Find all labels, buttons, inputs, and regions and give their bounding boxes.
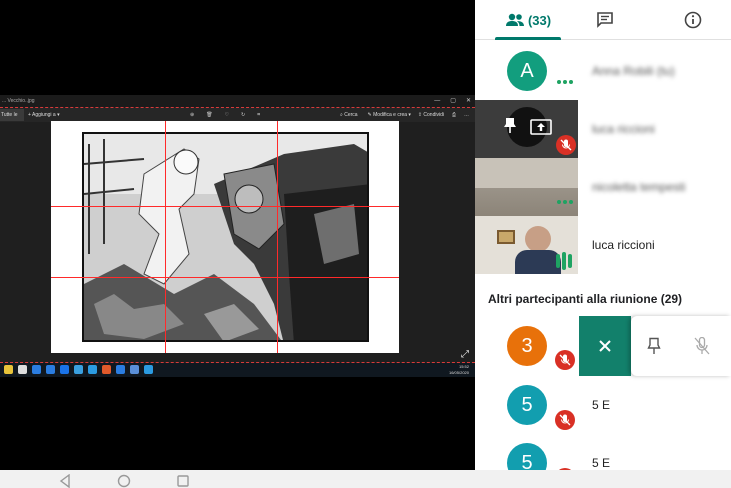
participant-name: nicoletta tempesti	[592, 180, 686, 194]
participant-row-other[interactable]: 5 5 E	[475, 434, 731, 470]
participant-actions	[579, 316, 731, 376]
heart-icon[interactable]: ♡	[225, 108, 229, 122]
presentation-stage: ... Vecchio..jpg — ▢ ✕ Tutte le foto + A…	[0, 0, 475, 470]
panel-tabs: (33)	[475, 0, 731, 40]
app-icon[interactable]	[116, 365, 125, 374]
maximize-icon[interactable]: ▢	[450, 95, 456, 107]
people-icon	[505, 13, 524, 26]
app-root: ... Vecchio..jpg — ▢ ✕ Tutte le foto + A…	[0, 0, 731, 488]
toolbar-icons: ⊕ 🗑 ♡ ↻ ⌗	[190, 108, 260, 122]
tab-info[interactable]	[678, 0, 708, 40]
participant-name: 5 E	[592, 398, 611, 412]
edge-icon[interactable]	[74, 365, 83, 374]
chrome-icon[interactable]	[102, 365, 111, 374]
grid-line-h1	[51, 206, 399, 207]
participant-name: luca riccioni	[592, 122, 655, 136]
participant-row-self[interactable]: A Anna Robili (tu)	[475, 42, 731, 100]
mic-off-icon	[556, 135, 576, 155]
back-icon[interactable]	[58, 474, 72, 488]
avatar: 3	[507, 326, 547, 366]
speaking-indicator-icon	[557, 200, 573, 204]
participants-panel: (33) A Anna Robili (tu) luca riccioni ni…	[475, 0, 731, 470]
photos-toolbar: Tutte le foto + Aggiungi a ▾ ⊕ 🗑 ♡ ↻ ⌗ ⌕…	[0, 108, 475, 130]
zoom-icon[interactable]: ⊕	[190, 108, 194, 122]
participant-video	[475, 158, 578, 216]
window-controls: — ▢ ✕	[434, 95, 471, 107]
meet-icon[interactable]	[144, 365, 153, 374]
print-icon[interactable]: ⎙	[452, 108, 456, 122]
people-count: (33)	[527, 12, 552, 28]
share-button[interactable]: ⇪ Condividi	[418, 108, 444, 122]
store-icon[interactable]	[18, 365, 27, 374]
info-icon	[684, 11, 702, 29]
pin-button[interactable]	[647, 337, 661, 355]
rotate-icon[interactable]: ↻	[241, 108, 245, 122]
minimize-icon[interactable]: —	[434, 95, 440, 107]
avatar: 5	[507, 385, 547, 425]
more-icon[interactable]: …	[464, 108, 469, 122]
search-button[interactable]: ⌕ Cerca	[340, 108, 358, 122]
toolbar-far: ⇪ Condividi ⎙ …	[418, 108, 469, 122]
taskbar-clock: 15:52 16/05/2020	[448, 364, 469, 375]
windows-taskbar: 15:52 16/05/2020	[0, 363, 475, 377]
close-actions-button[interactable]	[579, 316, 631, 376]
audio-level-icon	[556, 252, 572, 270]
mic-off-icon	[555, 410, 575, 430]
grid-line-v2	[277, 121, 278, 353]
close-icon	[599, 340, 611, 352]
tab-active-indicator	[495, 37, 561, 40]
speaking-indicator-icon	[557, 80, 573, 84]
photo-illustration	[84, 134, 367, 340]
tab-people[interactable]: (33)	[495, 0, 561, 40]
mic-off-icon	[555, 350, 575, 370]
participant-row-other[interactable]: 5 5 E	[475, 376, 731, 434]
chat-icon	[597, 12, 613, 28]
tab-chat[interactable]	[590, 0, 620, 40]
presenting-screen-icon	[530, 119, 552, 135]
participant-row[interactable]: luca riccioni	[475, 216, 731, 274]
participant-tile	[475, 100, 578, 158]
taskbar-icons	[4, 365, 153, 374]
grid-line-h2	[51, 277, 399, 278]
word-icon[interactable]	[60, 365, 69, 374]
home-icon[interactable]	[117, 474, 131, 488]
edit-create-button[interactable]: ✎ Modifica e crea ▾	[368, 108, 411, 122]
window-titlebar: ... Vecchio..jpg — ▢ ✕	[0, 95, 475, 107]
window-title: ... Vecchio..jpg	[2, 98, 35, 104]
mute-participant-button[interactable]	[694, 337, 710, 355]
explorer-icon[interactable]	[4, 365, 13, 374]
other-participants-heading: Altri partecipanti alla riunione (29)	[488, 292, 683, 306]
add-to-button[interactable]: + Aggiungi a ▾	[28, 108, 60, 122]
android-nav-bar	[0, 470, 731, 488]
avatar: 5	[507, 443, 547, 470]
participant-video	[475, 216, 578, 274]
participant-row[interactable]: nicoletta tempesti	[475, 158, 731, 216]
participant-action-menu	[631, 316, 731, 376]
grid-line-v1	[165, 121, 166, 353]
crop-icon[interactable]: ⌗	[257, 108, 260, 122]
expand-icon[interactable]: ⤢	[461, 349, 469, 360]
mail-icon[interactable]	[32, 365, 41, 374]
delete-icon[interactable]: 🗑	[206, 108, 212, 122]
participant-row-presenter[interactable]: luca riccioni	[475, 100, 731, 158]
participant-name: luca riccioni	[592, 238, 655, 252]
participant-name: 5 E	[592, 456, 611, 470]
pin-icon	[504, 118, 516, 133]
close-icon[interactable]: ✕	[466, 95, 471, 107]
avatar: A	[507, 51, 547, 91]
recents-icon[interactable]	[176, 474, 190, 488]
toolbar-actions: ⌕ Cerca ✎ Modifica e crea ▾	[340, 108, 411, 122]
calendar-icon[interactable]	[46, 365, 55, 374]
bw-photo-image	[82, 132, 369, 342]
participant-name: Anna Robili (tu)	[592, 64, 675, 78]
photos-icon[interactable]	[88, 365, 97, 374]
all-photos-button[interactable]: Tutte le foto	[0, 109, 24, 130]
app2-icon[interactable]	[130, 365, 139, 374]
